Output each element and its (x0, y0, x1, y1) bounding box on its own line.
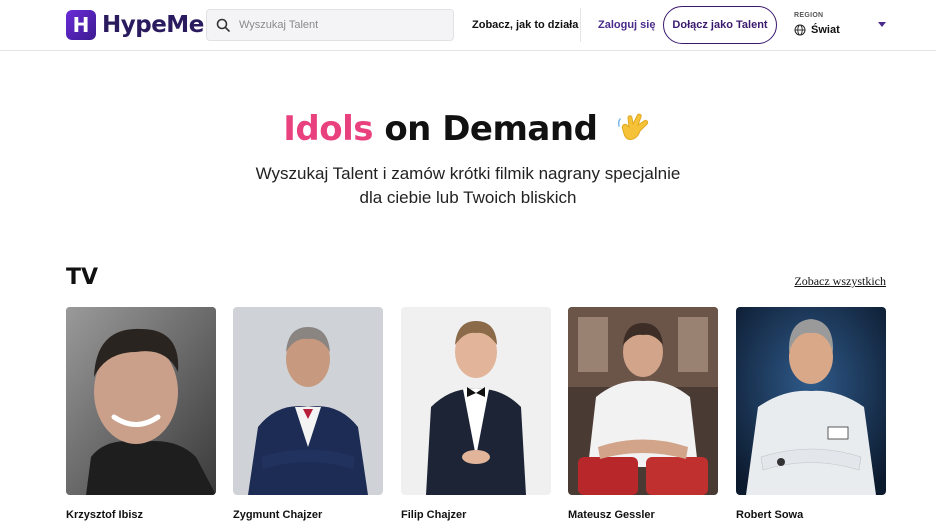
hero-title: Idols on Demand (0, 108, 936, 149)
region-label: REGION (794, 12, 824, 19)
logo-mark-icon: H (66, 10, 96, 40)
region-value-wrap: Świat (794, 24, 840, 36)
hero-subtitle-line-2: dla ciebie lub Twoich bliskich (359, 188, 577, 207)
hero-subtitle: Wyszukaj Talent i zamów krótki filmik na… (0, 162, 936, 210)
search-input[interactable] (239, 19, 439, 31)
talent-card[interactable]: Zygmunt Chajzer (233, 307, 383, 521)
talent-name: Filip Chajzer (401, 509, 467, 521)
talent-card[interactable]: Filip Chajzer (401, 307, 551, 521)
search-box[interactable] (206, 9, 454, 41)
logo-letter: H (72, 13, 90, 37)
talent-card[interactable]: Krzysztof Ibisz (66, 307, 216, 521)
talent-name: Robert Sowa (736, 509, 804, 521)
talent-card[interactable]: Mateusz Gessler (568, 307, 718, 521)
region-selector[interactable]: REGION Świat (794, 12, 886, 40)
search-icon (207, 10, 239, 40)
login-link[interactable]: Zaloguj się (598, 0, 655, 51)
talent-name: Krzysztof Ibisz (66, 509, 144, 521)
talent-photo (736, 307, 886, 495)
join-as-talent-button[interactable]: Dołącz jako Talent (663, 6, 777, 44)
talent-photo (66, 307, 216, 495)
hero-subtitle-line-1: Wyszukaj Talent i zamów krótki filmik na… (255, 164, 681, 183)
talent-photo (568, 307, 718, 495)
talent-name: Mateusz Gessler (568, 509, 655, 521)
see-all-link[interactable]: Zobacz wszystkich (794, 274, 886, 289)
hero-title-rest: on Demand (384, 109, 598, 149)
talent-photo (401, 307, 551, 495)
talent-photo (233, 307, 383, 495)
talent-cards: Krzysztof Ibisz Zygmunt Chajzer Filip Ch… (66, 307, 886, 527)
globe-icon (794, 24, 806, 36)
logo-text: HypeMe (102, 12, 204, 38)
hero-title-highlight: Idols (283, 109, 373, 149)
talent-card[interactable]: Robert Sowa (736, 307, 886, 521)
top-header: H HypeMe Zobacz, jak to działa Zaloguj s… (0, 0, 936, 51)
chevron-down-icon[interactable] (878, 22, 886, 27)
section-title: TV (66, 265, 99, 290)
logo[interactable]: H HypeMe (66, 10, 204, 40)
region-value: Świat (811, 24, 840, 36)
hand-emoji-icon (617, 113, 648, 140)
talent-name: Zygmunt Chajzer (233, 509, 323, 521)
how-it-works-link[interactable]: Zobacz, jak to działa (472, 0, 578, 51)
nav-divider (580, 8, 581, 42)
